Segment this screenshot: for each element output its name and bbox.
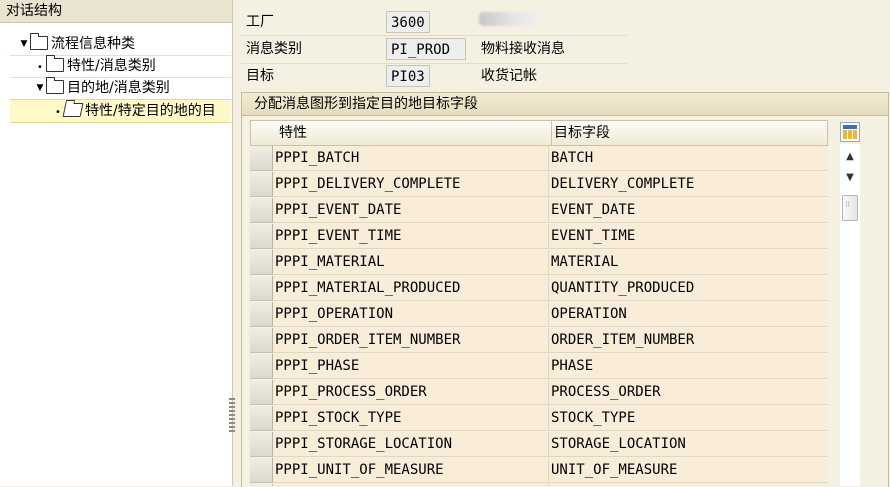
folder-icon [46, 77, 64, 94]
row-selector[interactable] [250, 328, 273, 353]
row-selector[interactable] [250, 406, 273, 431]
characteristic-cell[interactable]: PPPI_BATCH [273, 146, 549, 171]
characteristic-cell[interactable]: PPPI_DELIVERY_COMPLETE [273, 172, 549, 197]
open-folder-icon [62, 103, 84, 117]
table-row[interactable]: PPPI_STOCK_TYPE STOCK_TYPE [250, 406, 828, 432]
characteristic-cell[interactable]: PPPI_EVENT_TIME [273, 224, 549, 249]
expand-arrow-icon[interactable]: ▼ [34, 77, 46, 99]
target-field-cell[interactable]: BATCH [549, 146, 828, 171]
message-category-field[interactable]: PI_PROD [386, 38, 466, 60]
scroll-down-icon[interactable]: ▼ [840, 168, 860, 188]
folder-icon [30, 33, 48, 50]
target-field-cell[interactable]: PROCESS_ORDER [549, 380, 828, 405]
dialog-structure-panel: 对话结构 ▼ 流程信息种类 • 特性/消息类别 ▼ 目的地/消息类别 • 特性/特定目的… [0, 0, 233, 486]
characteristic-cell[interactable]: PPPI_STORAGE_LOCATION [273, 432, 549, 457]
plant-field[interactable]: 3600 [386, 11, 430, 33]
target-description: 收货记帐 [481, 68, 537, 84]
characteristic-cell[interactable]: PPPI_MATERIAL [273, 250, 549, 275]
plant-label: 工厂 [246, 14, 274, 30]
dialog-structure-title: 对话结构 [0, 0, 232, 23]
target-field[interactable]: PI03 [386, 65, 430, 87]
characteristic-cell[interactable]: PPPI_PHASE [273, 354, 549, 379]
field-divider [241, 63, 627, 64]
table-row[interactable]: PPPI_PROCESS_ORDER PROCESS_ORDER [250, 380, 828, 406]
splitter-grip-handle[interactable] [229, 398, 235, 434]
table-row[interactable]: PPPI_STORAGE_LOCATION STORAGE_LOCATION [250, 432, 828, 458]
expand-arrow-icon[interactable]: ▼ [18, 33, 30, 55]
table-row[interactable]: PPPI_EVENT_TIME EVENT_TIME [250, 224, 828, 250]
row-selector[interactable] [250, 302, 273, 327]
target-field-cell[interactable]: EVENT_DATE [549, 198, 828, 223]
folder-icon [46, 55, 64, 72]
characteristic-cell[interactable]: PPPI_OPERATION [273, 302, 549, 327]
tree-node-destination-message-category[interactable]: ▼ 目的地/消息类别 [34, 77, 170, 99]
characteristic-cell[interactable]: PPPI_STOCK_TYPE [273, 406, 549, 431]
redacted-plant-description [479, 12, 539, 26]
tree-node-process-message-category[interactable]: ▼ 流程信息种类 [18, 33, 135, 55]
row-selector[interactable] [250, 380, 273, 405]
row-selector[interactable] [250, 458, 273, 483]
table-header: 特性 目标字段 [250, 120, 828, 146]
table-row[interactable]: PPPI_PHASE PHASE [250, 354, 828, 380]
target-field-cell[interactable]: STOCK_TYPE [549, 406, 828, 431]
target-label: 目标 [246, 68, 274, 84]
row-selector[interactable] [250, 146, 273, 171]
scroll-up-icon[interactable]: ▲ [840, 147, 860, 167]
characteristic-cell[interactable]: PPPI_EVENT_DATE [273, 198, 549, 223]
characteristic-cell[interactable]: PPPI_ORDER_ITEM_NUMBER [273, 328, 549, 353]
tree-node-label: 流程信息种类 [51, 36, 135, 52]
row-selector[interactable] [250, 354, 273, 379]
target-field-cell[interactable]: MATERIAL [549, 250, 828, 275]
table-row[interactable]: PPPI_ORDER_ITEM_NUMBER ORDER_ITEM_NUMBER [250, 328, 828, 354]
assignment-table: 特性 目标字段 PPPI_BATCH BATCH PPPI_DELIVERY_C… [250, 120, 828, 486]
tree-node-label: 特性/消息类别 [67, 58, 156, 74]
target-field-cell[interactable]: UNIT_OF_MEASURE [549, 458, 828, 483]
tree-node-label: 目的地/消息类别 [67, 80, 170, 96]
target-field-cell[interactable]: ORDER_ITEM_NUMBER [549, 328, 828, 353]
tree-node-characteristic-message-category[interactable]: • 特性/消息类别 [34, 55, 156, 77]
table-row[interactable]: PPPI_DELIVERY_COMPLETE DELIVERY_COMPLETE [250, 172, 828, 198]
target-field-cell[interactable]: DELIVERY_COMPLETE [549, 172, 828, 197]
table-vertical-scrollbar[interactable]: ▲ ▼ [840, 144, 860, 486]
target-field-cell[interactable]: PHASE [549, 354, 828, 379]
characteristic-cell[interactable]: PPPI_MATERIAL_PRODUCED [273, 276, 549, 301]
message-category-label: 消息类别 [246, 41, 302, 57]
table-row[interactable]: PPPI_UNIT_OF_MEASURE UNIT_OF_MEASURE [250, 458, 828, 484]
table-row[interactable]: PPPI_EVENT_DATE EVENT_DATE [250, 198, 828, 224]
table-row[interactable]: PPPI_BATCH BATCH [250, 146, 828, 172]
row-selector[interactable] [250, 276, 273, 301]
table-layout-icon[interactable] [840, 122, 860, 142]
message-category-description: 物料接收消息 [481, 41, 565, 57]
target-field-cell[interactable]: STORAGE_LOCATION [549, 432, 828, 457]
characteristic-cell[interactable]: PPPI_UNIT_OF_MEASURE [273, 458, 549, 483]
row-selector[interactable] [250, 432, 273, 457]
row-selector[interactable] [250, 198, 273, 223]
characteristic-cell[interactable]: PPPI_PROCESS_ORDER [273, 380, 549, 405]
target-field-cell[interactable]: QUANTITY_PRODUCED [549, 276, 828, 301]
table-row[interactable]: PPPI_OPERATION OPERATION [250, 302, 828, 328]
table-row[interactable]: PPPI_MATERIAL MATERIAL [250, 250, 828, 276]
field-divider [241, 35, 627, 36]
scroll-thumb[interactable] [842, 195, 858, 221]
target-field-cell[interactable]: OPERATION [549, 302, 828, 327]
tree-node-destination-specific-characteristic[interactable]: • 特性/特定目的地的目 [52, 100, 216, 122]
tree-node-label: 特性/特定目的地的目 [85, 103, 216, 119]
row-selector[interactable] [250, 224, 273, 249]
row-selector[interactable] [250, 172, 273, 197]
target-field-cell[interactable]: EVENT_TIME [549, 224, 828, 249]
column-header-characteristic[interactable]: 特性 [279, 121, 307, 145]
group-title: 分配消息图形到指定目的地目标字段 [242, 93, 888, 116]
row-selector[interactable] [250, 250, 273, 275]
leaf-bullet-icon: • [37, 62, 43, 73]
column-header-target-field[interactable]: 目标字段 [551, 121, 610, 145]
table-row[interactable]: PPPI_MATERIAL_PRODUCED QUANTITY_PRODUCED [250, 276, 828, 302]
